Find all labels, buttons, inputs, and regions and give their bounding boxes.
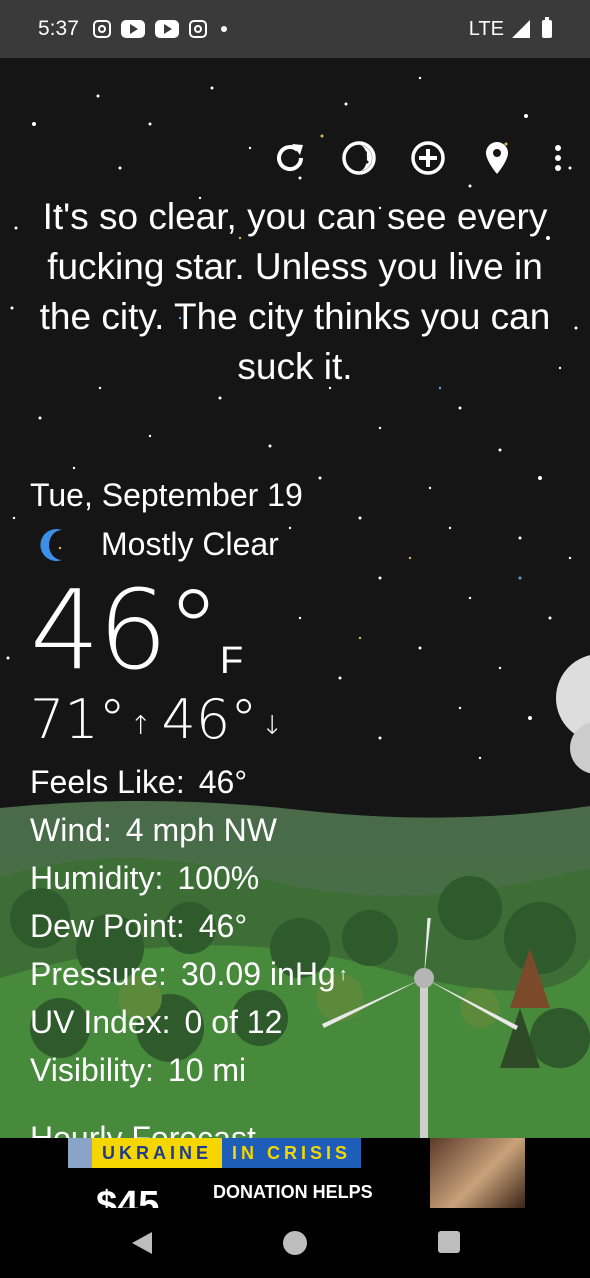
wind-label: Wind: — [30, 812, 112, 848]
notification-icons — [92, 20, 227, 38]
ad-headline: UKRAINE IN CRISIS — [68, 1138, 362, 1168]
youtube-icon — [154, 20, 179, 38]
ad-amount: $45 — [96, 1184, 160, 1208]
add-location-button[interactable] — [408, 138, 448, 178]
theme-button[interactable] — [339, 138, 379, 178]
uv-index-row: UV Index: 0 of 12 — [30, 998, 348, 1046]
feels-like-label: Feels Like: — [30, 764, 185, 800]
ad-crisis-text: IN CRISIS — [222, 1138, 362, 1168]
wind-row: Wind: 4 mph NW — [30, 806, 348, 854]
weather-details: Feels Like: 46° Wind: 4 mph NW Humidity:… — [30, 758, 348, 1094]
visibility-row: Visibility: 10 mi — [30, 1046, 348, 1094]
visibility-label: Visibility: — [30, 1052, 154, 1088]
low-temperature: 46° — [161, 688, 258, 751]
crescent-moon-icon — [40, 528, 62, 561]
pressure-value: 30.09 inHg — [180, 956, 336, 992]
visibility-value: 10 mi — [167, 1052, 247, 1088]
high-low-temperature: 71° ↑ 46° ↓ — [30, 688, 293, 751]
location-pin-icon — [486, 142, 508, 174]
forecast-date: Tue, September 19 — [30, 477, 303, 513]
back-icon[interactable] — [130, 1230, 154, 1256]
youtube-icon — [120, 20, 145, 38]
instagram-icon — [92, 20, 111, 38]
current-temperature: 46° — [30, 566, 221, 694]
ad-image — [430, 1138, 525, 1208]
overflow-menu-button[interactable] — [538, 138, 578, 178]
recents-icon[interactable] — [437, 1230, 461, 1254]
add-location-icon — [411, 141, 445, 175]
condition-text: Mostly Clear — [101, 526, 279, 562]
pressure-row: Pressure: 30.09 inHg ↑ — [30, 950, 348, 998]
humidity-label: Humidity: — [30, 860, 164, 896]
more-notifications-dot — [220, 26, 227, 32]
refresh-button[interactable] — [270, 138, 310, 178]
feels-like-value: 46° — [198, 764, 248, 800]
uv-index-label: UV Index: — [30, 1004, 171, 1040]
hourly-forecast-heading: Hourly Forecast — [30, 1120, 256, 1138]
dew-point-label: Dew Point: — [30, 908, 185, 944]
feels-like-row: Feels Like: 46° — [30, 758, 348, 806]
arrow-up-icon: ↑ — [129, 710, 152, 741]
weather-quote: It's so clear, you can see every fucking… — [39, 196, 551, 387]
refresh-icon — [277, 144, 304, 172]
status-time: 5:37 — [38, 17, 79, 40]
ad-donation-text: DONATION HELPS — [213, 1182, 373, 1202]
pressure-rising-icon: ↑ — [338, 964, 348, 984]
advertisement-banner[interactable]: UKRAINE IN CRISIS $45 DONATION HELPS — [0, 1138, 590, 1208]
condition-row: Mostly Clear — [38, 526, 279, 563]
humidity-value: 100% — [177, 860, 260, 896]
battery-icon — [542, 17, 552, 38]
toolbar — [0, 138, 590, 178]
location-button[interactable] — [477, 138, 517, 178]
dew-point-row: Dew Point: 46° — [30, 902, 348, 950]
instagram-icon — [188, 20, 207, 38]
status-bar: 5:37 LTE — [0, 0, 590, 58]
arrow-down-icon: ↓ — [261, 710, 284, 741]
high-temperature: 71° — [30, 688, 126, 751]
home-icon[interactable] — [282, 1230, 308, 1256]
dew-point-value: 46° — [198, 908, 248, 944]
more-vert-icon — [555, 145, 561, 171]
humidity-row: Humidity: 100% — [30, 854, 348, 902]
uv-index-value: 0 of 12 — [184, 1004, 283, 1040]
ad-ukraine-text: UKRAINE — [92, 1138, 223, 1168]
navigation-bar — [0, 1208, 590, 1278]
wind-value: 4 mph NW — [125, 812, 277, 848]
pressure-label: Pressure: — [30, 956, 167, 992]
temperature-unit: F — [220, 640, 244, 682]
wind-turbine — [322, 918, 518, 1138]
signal-icon — [512, 20, 530, 38]
ad-play-icon — [68, 1138, 92, 1168]
network-type: LTE — [468, 17, 504, 40]
moon-phase-icon — [342, 141, 376, 175]
